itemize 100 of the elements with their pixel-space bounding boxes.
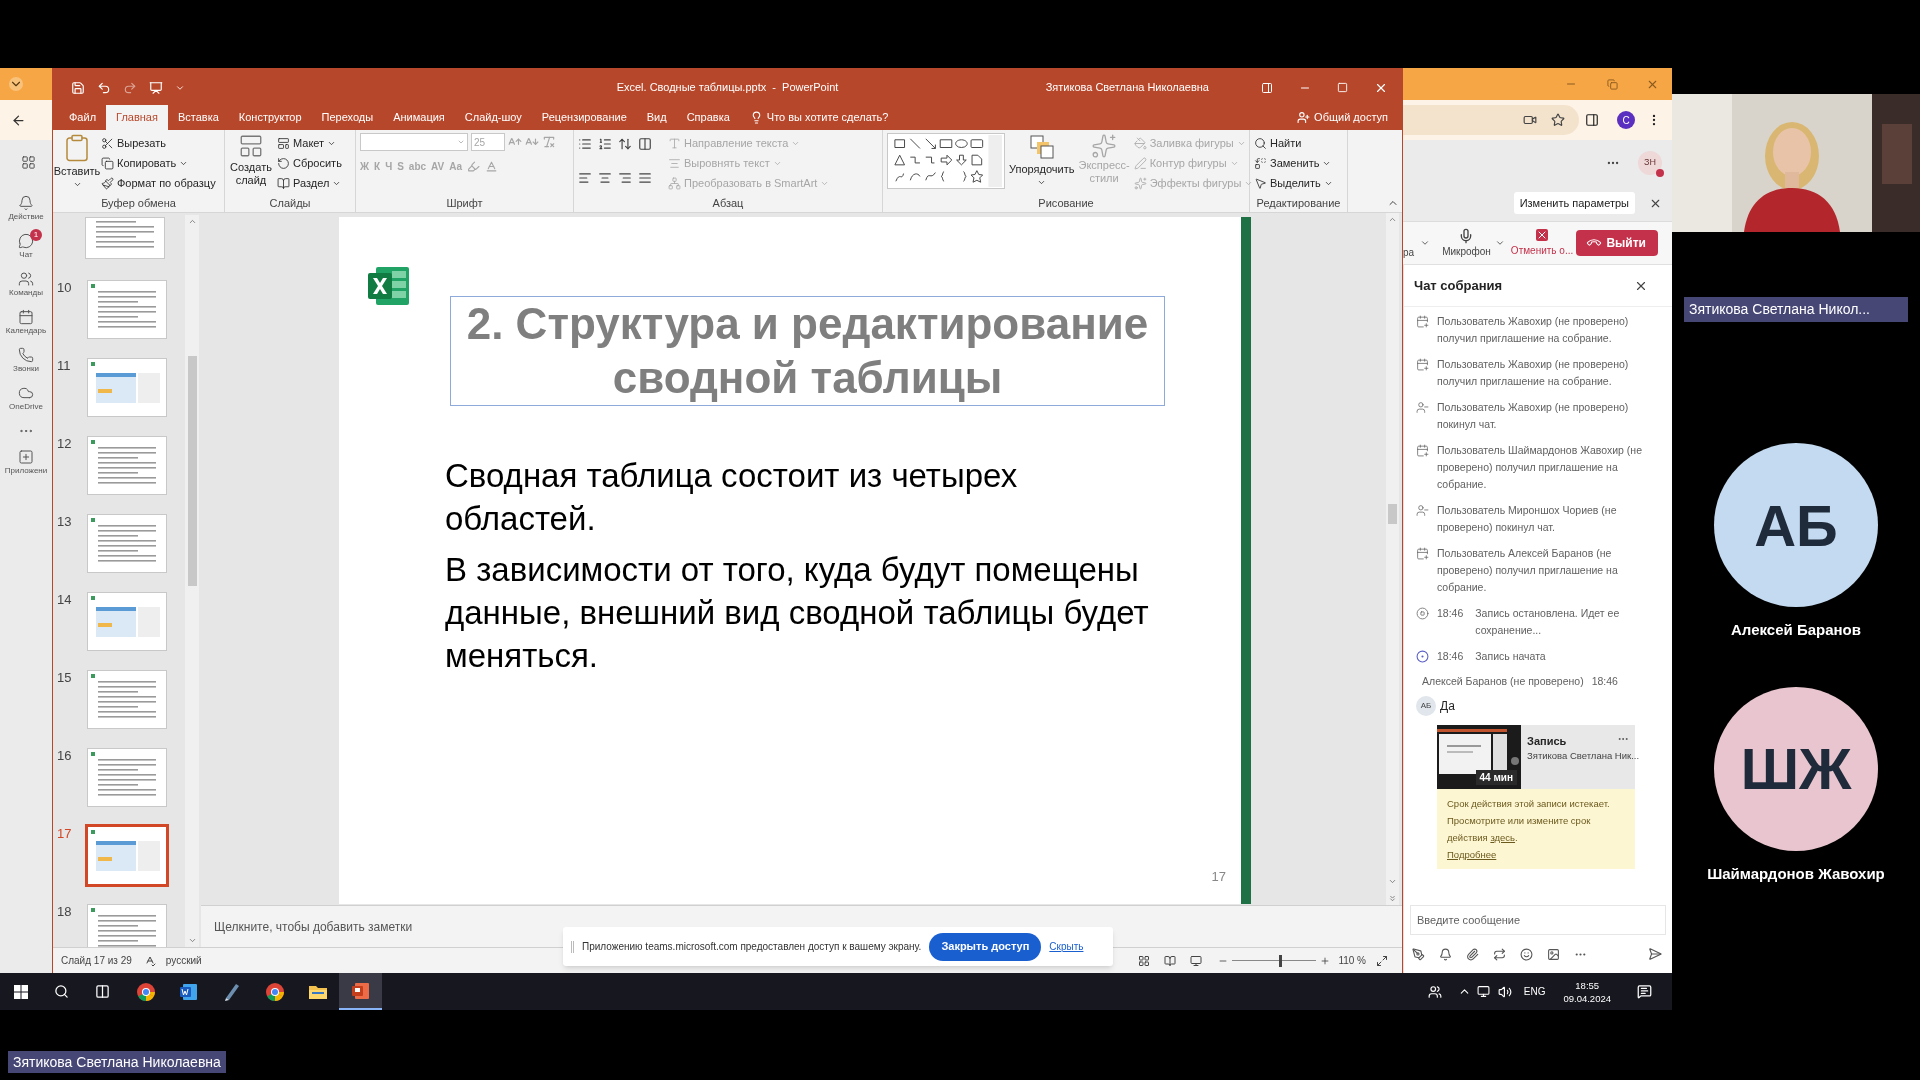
volume-icon[interactable]	[1497, 984, 1512, 999]
rail-item[interactable]: Календарь	[0, 309, 52, 337]
fit-icon[interactable]	[1376, 954, 1388, 967]
slideshow-icon[interactable]	[149, 80, 163, 95]
leave-button[interactable]: Выйти	[1576, 230, 1658, 256]
line-spacing-icon[interactable]	[618, 137, 632, 151]
share-button[interactable]: Общий доступ	[1283, 105, 1402, 130]
scrollbar[interactable]	[1386, 213, 1399, 905]
tell-me-field[interactable]: Что вы хотите сделать?	[739, 105, 899, 130]
slide-thumbnail[interactable]	[87, 670, 167, 729]
ribbon-tab[interactable]: Конструктор	[228, 105, 312, 130]
language-label[interactable]: русский	[165, 953, 202, 968]
notes-placeholder[interactable]: Щелкните, чтобы добавить заметки	[214, 917, 413, 936]
rail-item[interactable]: Действие	[0, 195, 52, 223]
align-left-icon[interactable]	[578, 170, 592, 185]
priority-icon[interactable]	[1439, 947, 1452, 961]
rail-item[interactable]: Звонки	[0, 347, 52, 375]
sidebar-icon[interactable]	[1585, 113, 1599, 127]
ribbon-button[interactable]: Найти	[1254, 133, 1333, 153]
ribbon-options-icon[interactable]	[1261, 81, 1273, 94]
ribbon-button[interactable]: Формат по образцу	[101, 173, 216, 193]
scrollbar[interactable]	[185, 215, 199, 947]
scroll-down-icon[interactable]	[1388, 877, 1397, 886]
profile-avatar[interactable]: C	[1617, 111, 1635, 129]
stop-recording-button[interactable]: Отменить о...	[1510, 228, 1574, 258]
task-view-icon[interactable]	[95, 984, 110, 999]
ribbon-button[interactable]: Макет	[277, 133, 342, 153]
user-avatar[interactable]: ЗН	[1638, 150, 1662, 175]
new-slide-button[interactable]: Создать слайд	[229, 133, 273, 195]
align-center-icon[interactable]	[598, 170, 612, 185]
taskbar-app[interactable]	[339, 973, 382, 1010]
slide-thumbnail[interactable]	[87, 592, 167, 651]
scrollbar-thumb[interactable]	[1388, 504, 1397, 524]
rail-item[interactable]: Приложени	[0, 449, 52, 477]
loop-icon[interactable]	[1493, 947, 1506, 961]
stop-sharing-button[interactable]: Закрыть доступ	[929, 932, 1042, 961]
slide-thumbnail[interactable]	[87, 358, 167, 417]
change-settings-button[interactable]: Изменить параметры	[1513, 192, 1635, 214]
sorter-view-icon[interactable]	[1138, 954, 1151, 967]
zoom-slider[interactable]	[1232, 954, 1317, 967]
ribbon-button[interactable]: Заменить	[1254, 153, 1333, 173]
people-icon[interactable]	[1427, 984, 1442, 999]
numbering-icon[interactable]	[598, 137, 612, 151]
chevron-down-icon[interactable]	[9, 77, 23, 91]
maximize-icon[interactable]	[1337, 82, 1348, 93]
scroll-up-icon[interactable]	[187, 217, 197, 226]
save-icon[interactable]	[71, 80, 85, 95]
back-icon[interactable]	[11, 112, 26, 128]
zoom-in-icon[interactable]	[1320, 955, 1331, 966]
attach-icon[interactable]	[1466, 947, 1479, 961]
grid-icon[interactable]	[21, 155, 36, 170]
ribbon-tab[interactable]: Рецензирование	[531, 105, 637, 130]
ribbon-tab[interactable]: Вставка	[167, 105, 229, 130]
slide-thumbnail[interactable]	[87, 904, 167, 947]
clock[interactable]: 18:55 09.04.2024	[1563, 978, 1611, 1005]
more-link[interactable]: Подробнее	[1447, 848, 1497, 860]
shape-gallery[interactable]	[887, 133, 1005, 189]
rail-item[interactable]: OneDrive	[0, 385, 52, 413]
ribbon-tab[interactable]: Слайд-шоу	[454, 105, 532, 130]
slide-thumbnail[interactable]	[85, 217, 165, 259]
ribbon-tab[interactable]: Главная	[106, 105, 168, 130]
arrange-button[interactable]: Упорядочить	[1009, 133, 1075, 195]
justify-icon[interactable]	[638, 170, 652, 185]
input-language[interactable]: ENG	[1523, 984, 1546, 999]
ribbon-tab[interactable]: Анимация	[383, 105, 455, 130]
slide-thumbnail[interactable]	[87, 436, 167, 495]
reading-view-icon[interactable]	[1164, 954, 1177, 967]
send-icon[interactable]	[1648, 947, 1662, 961]
ribbon-tab[interactable]: Файл	[59, 105, 107, 130]
slide-thumbnail[interactable]	[87, 280, 167, 339]
scroll-down-icon[interactable]	[187, 936, 197, 945]
bullets-icon[interactable]	[578, 137, 592, 151]
slide-thumbnail[interactable]	[87, 748, 167, 807]
scrollbar-thumb[interactable]	[187, 356, 197, 586]
rail-item[interactable]: Команды	[0, 271, 52, 299]
ribbon-button[interactable]: Выделить	[1254, 173, 1333, 193]
scroll-up-icon[interactable]	[1388, 215, 1397, 224]
notifications-icon[interactable]	[1637, 984, 1652, 999]
ribbon-button[interactable]: Сбросить	[277, 153, 342, 173]
search-icon[interactable]	[54, 984, 69, 999]
format-icon[interactable]	[1412, 947, 1425, 961]
hide-link[interactable]: Скрыть	[1049, 939, 1084, 954]
start-icon[interactable]	[14, 984, 28, 999]
network-icon[interactable]	[1476, 985, 1490, 998]
zoom-level[interactable]: 110 %	[1338, 953, 1366, 968]
message-input[interactable]: Введите сообщение	[1410, 905, 1666, 935]
microphone-button[interactable]: Микрофон	[1442, 227, 1491, 259]
camera-label[interactable]: ра	[1403, 244, 1415, 260]
slide-thumbnail[interactable]	[87, 514, 167, 573]
ribbon-button[interactable]: Вырезать	[101, 133, 216, 153]
star-icon[interactable]	[1551, 113, 1565, 127]
gif-icon[interactable]	[1547, 947, 1560, 961]
ribbon-tab[interactable]: Вид	[636, 105, 677, 130]
slideshow-view-icon[interactable]	[1190, 954, 1203, 967]
ribbon-button[interactable]: Раздел	[277, 173, 342, 193]
emoji-icon[interactable]	[1520, 947, 1533, 961]
camera-icon[interactable]	[1523, 113, 1537, 127]
slide-thumbnail[interactable]	[85, 824, 169, 887]
align-right-icon[interactable]	[618, 170, 632, 185]
undo-icon[interactable]	[97, 80, 111, 95]
